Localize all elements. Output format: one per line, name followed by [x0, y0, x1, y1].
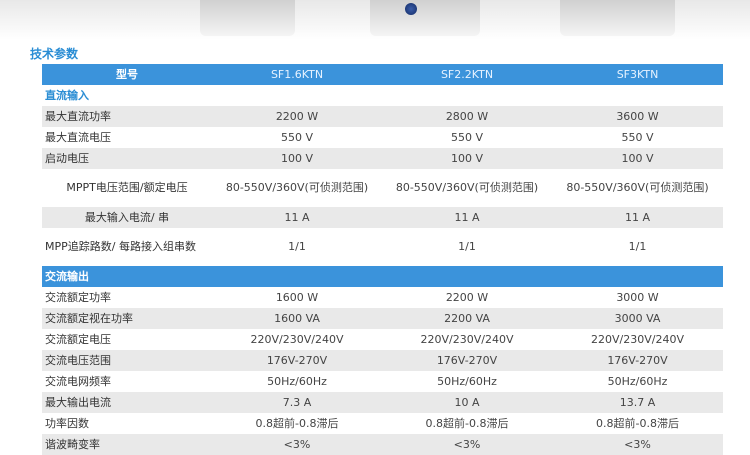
table-row: MPP追踪路数/ 每路接入组串数 1/1 1/1 1/1 [42, 228, 723, 266]
product-image [200, 0, 295, 36]
table-cell: 0.8超前-0.8滞后 [212, 413, 382, 434]
table-cell: 0.8超前-0.8滞后 [552, 413, 723, 434]
table-cell: 176V-270V [552, 350, 723, 371]
table-cell: 100 V [552, 148, 723, 169]
header-cell: SF2.2KTN [382, 64, 552, 85]
table-row: 最大输入电流/ 串 11 A 11 A 11 A [42, 207, 723, 228]
row-label: 启动电压 [42, 148, 212, 169]
header-cell: SF1.6KTN [212, 64, 382, 85]
group-title: 直流输入 [42, 85, 723, 106]
row-label: 最大输入电流/ 串 [42, 207, 212, 228]
section-title: 技术参数 [30, 47, 79, 61]
table-row: 启动电压 100 V 100 V 100 V [42, 148, 723, 169]
table-cell: 176V-270V [382, 350, 552, 371]
table-cell: 50Hz/60Hz [212, 371, 382, 392]
table-cell: 2200 W [212, 106, 382, 127]
table-cell: 220V/230V/240V [552, 329, 723, 350]
row-label: 交流额定功率 [42, 287, 212, 308]
row-label: 功率因数 [42, 413, 212, 434]
table-cell: 3000 W [552, 287, 723, 308]
table-cell: 2200 VA [382, 308, 552, 329]
header-cell: 型号 [42, 64, 212, 85]
table-cell: <3% [382, 434, 552, 455]
table-row: 最大直流功率 2200 W 2800 W 3600 W [42, 106, 723, 127]
table-cell: 80-550V/360V(可侦测范围) [382, 169, 552, 207]
table-cell: 3600 W [552, 106, 723, 127]
row-label: 交流电网频率 [42, 371, 212, 392]
row-label: 交流额定视在功率 [42, 308, 212, 329]
table-row: 交流电压范围 176V-270V 176V-270V 176V-270V [42, 350, 723, 371]
table-cell: 100 V [212, 148, 382, 169]
header-cell: SF3KTN [552, 64, 723, 85]
table-cell: <3% [212, 434, 382, 455]
table-cell: 11 A [552, 207, 723, 228]
table-cell: 0.8超前-0.8滞后 [382, 413, 552, 434]
group-heading-ac-output: 交流输出 [42, 266, 723, 287]
row-label: 最大直流电压 [42, 127, 212, 148]
row-label: 最大输出电流 [42, 392, 212, 413]
product-logo-icon [405, 3, 417, 15]
table-cell: 2200 W [382, 287, 552, 308]
table-cell: 50Hz/60Hz [382, 371, 552, 392]
table-cell: 1600 VA [212, 308, 382, 329]
table-cell: 1/1 [382, 228, 552, 266]
product-image [560, 0, 675, 36]
table-row: 交流额定电压 220V/230V/240V 220V/230V/240V 220… [42, 329, 723, 350]
table-cell: 11 A [212, 207, 382, 228]
table-cell: <3% [552, 434, 723, 455]
table-cell: 13.7 A [552, 392, 723, 413]
table-cell: 550 V [382, 127, 552, 148]
row-label: 交流额定电压 [42, 329, 212, 350]
table-cell: 10 A [382, 392, 552, 413]
table-row: 功率因数 0.8超前-0.8滞后 0.8超前-0.8滞后 0.8超前-0.8滞后 [42, 413, 723, 434]
row-label: MPP追踪路数/ 每路接入组串数 [42, 228, 212, 266]
table-row: MPPT电压范围/额定电压 80-550V/360V(可侦测范围) 80-550… [42, 169, 723, 207]
table-row: 最大输出电流 7.3 A 10 A 13.7 A [42, 392, 723, 413]
row-label: MPPT电压范围/额定电压 [42, 169, 212, 207]
row-label: 交流电压范围 [42, 350, 212, 371]
product-image [370, 0, 480, 36]
table-cell: 550 V [212, 127, 382, 148]
table-row: 交流额定视在功率 1600 VA 2200 VA 3000 VA [42, 308, 723, 329]
table-cell: 7.3 A [212, 392, 382, 413]
table-cell: 1600 W [212, 287, 382, 308]
table-row: 交流额定功率 1600 W 2200 W 3000 W [42, 287, 723, 308]
table-cell: 220V/230V/240V [212, 329, 382, 350]
table-cell: 220V/230V/240V [382, 329, 552, 350]
table-row: 交流电网频率 50Hz/60Hz 50Hz/60Hz 50Hz/60Hz [42, 371, 723, 392]
table-cell: 80-550V/360V(可侦测范围) [212, 169, 382, 207]
table-cell: 176V-270V [212, 350, 382, 371]
table-cell: 1/1 [552, 228, 723, 266]
group-title: 交流输出 [42, 266, 723, 287]
table-cell: 50Hz/60Hz [552, 371, 723, 392]
table-cell: 1/1 [212, 228, 382, 266]
table-cell: 3000 VA [552, 308, 723, 329]
table-cell: 100 V [382, 148, 552, 169]
table-cell: 11 A [382, 207, 552, 228]
group-heading-dc-input: 直流输入 [42, 85, 723, 106]
product-banner [0, 0, 750, 40]
row-label: 谐波畸变率 [42, 434, 212, 455]
table-cell: 550 V [552, 127, 723, 148]
table-cell: 2800 W [382, 106, 552, 127]
table-header: 型号 SF1.6KTN SF2.2KTN SF3KTN [42, 64, 723, 85]
table-row: 最大直流电压 550 V 550 V 550 V [42, 127, 723, 148]
table-row: 谐波畸变率 <3% <3% <3% [42, 434, 723, 455]
table-cell: 80-550V/360V(可侦测范围) [552, 169, 723, 207]
spec-table: 型号 SF1.6KTN SF2.2KTN SF3KTN 直流输入 最大直流功率 … [42, 64, 723, 455]
row-label: 最大直流功率 [42, 106, 212, 127]
